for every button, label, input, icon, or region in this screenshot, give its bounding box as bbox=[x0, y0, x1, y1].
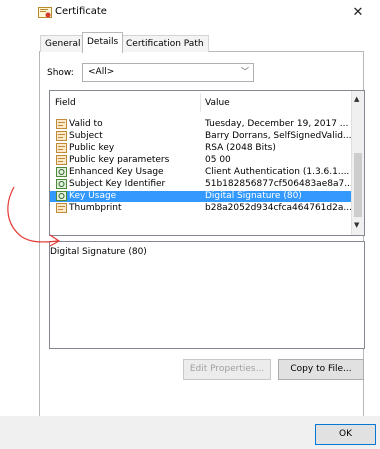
ok-button[interactable]: OK bbox=[315, 424, 376, 445]
list-item[interactable]: Subject Key Identifier 51b182856877cf506… bbox=[50, 179, 352, 190]
list-item[interactable]: Public key RSA (2048 Bits) bbox=[50, 143, 352, 154]
field-name: Subject bbox=[69, 131, 103, 141]
edit-properties-button[interactable]: Edit Properties... bbox=[183, 359, 271, 380]
field-value: Barry Dorrans, SelfSignedValid... bbox=[205, 131, 351, 141]
vertical-scrollbar[interactable]: ▲ ▼ bbox=[351, 91, 364, 235]
cert-field-icon bbox=[56, 119, 67, 129]
field-value: 51b182856877cf506483ae8a7... bbox=[205, 179, 351, 189]
scroll-down-icon[interactable]: ▼ bbox=[354, 221, 359, 229]
show-dropdown[interactable]: <All> ﹀ bbox=[82, 63, 254, 82]
field-name: Thumbprint bbox=[69, 203, 122, 213]
field-value: Digital Signature (80) bbox=[205, 191, 302, 201]
certificate-app-icon bbox=[38, 7, 52, 18]
field-value: RSA (2048 Bits) bbox=[205, 143, 276, 153]
show-label: Show: bbox=[47, 68, 74, 78]
field-value: 05 00 bbox=[205, 155, 231, 165]
close-button[interactable]: ✕ bbox=[348, 3, 368, 23]
field-name: Key Usage bbox=[69, 191, 117, 201]
list-item[interactable]: Valid to Tuesday, December 19, 2017 ... bbox=[50, 119, 352, 130]
tab-details[interactable]: Details bbox=[82, 32, 124, 53]
annotation-arrow-icon bbox=[7, 186, 61, 247]
field-name: Subject Key Identifier bbox=[69, 179, 166, 189]
column-header-value[interactable]: Value bbox=[205, 98, 230, 108]
scrollbar-thumb[interactable] bbox=[354, 153, 362, 217]
cert-field-icon bbox=[56, 131, 67, 141]
field-value: Tuesday, December 19, 2017 ... bbox=[205, 119, 349, 129]
list-item[interactable]: Subject Barry Dorrans, SelfSignedValid..… bbox=[50, 131, 352, 142]
window-title: Certificate bbox=[55, 6, 107, 17]
scroll-up-icon[interactable]: ▲ bbox=[354, 95, 359, 103]
list-header: Field Value bbox=[50, 91, 350, 113]
certificate-fields-list[interactable]: Field Value Valid to Tuesday, December 1… bbox=[49, 90, 365, 236]
chevron-down-icon: ﹀ bbox=[241, 67, 249, 76]
field-value-textbox[interactable]: Digital Signature (80) bbox=[49, 241, 365, 349]
list-item[interactable]: Thumbprint b28a2052d934cfca464761d2a... bbox=[50, 203, 352, 214]
cert-field-icon bbox=[56, 143, 67, 153]
tab-certification-path[interactable]: Certification Path bbox=[121, 35, 209, 52]
list-item-selected[interactable]: Key Usage Digital Signature (80) bbox=[50, 191, 352, 202]
show-dropdown-value: <All> bbox=[88, 67, 115, 77]
list-item[interactable]: Public key parameters 05 00 bbox=[50, 155, 352, 166]
cert-extension-icon bbox=[56, 167, 67, 177]
column-separator bbox=[200, 93, 201, 112]
field-value: Client Authentication (1.3.6.1.... bbox=[205, 167, 350, 177]
tab-general[interactable]: General bbox=[40, 35, 86, 52]
list-item[interactable]: Enhanced Key Usage Client Authentication… bbox=[50, 167, 352, 178]
field-name: Public key parameters bbox=[69, 155, 170, 165]
field-value: b28a2052d934cfca464761d2a... bbox=[205, 203, 351, 213]
copy-to-file-button[interactable]: Copy to File... bbox=[278, 359, 364, 380]
cert-field-icon bbox=[56, 155, 67, 165]
column-header-field[interactable]: Field bbox=[55, 98, 76, 108]
field-name: Public key bbox=[69, 143, 115, 153]
field-name: Enhanced Key Usage bbox=[69, 167, 164, 177]
field-name: Valid to bbox=[69, 119, 103, 129]
